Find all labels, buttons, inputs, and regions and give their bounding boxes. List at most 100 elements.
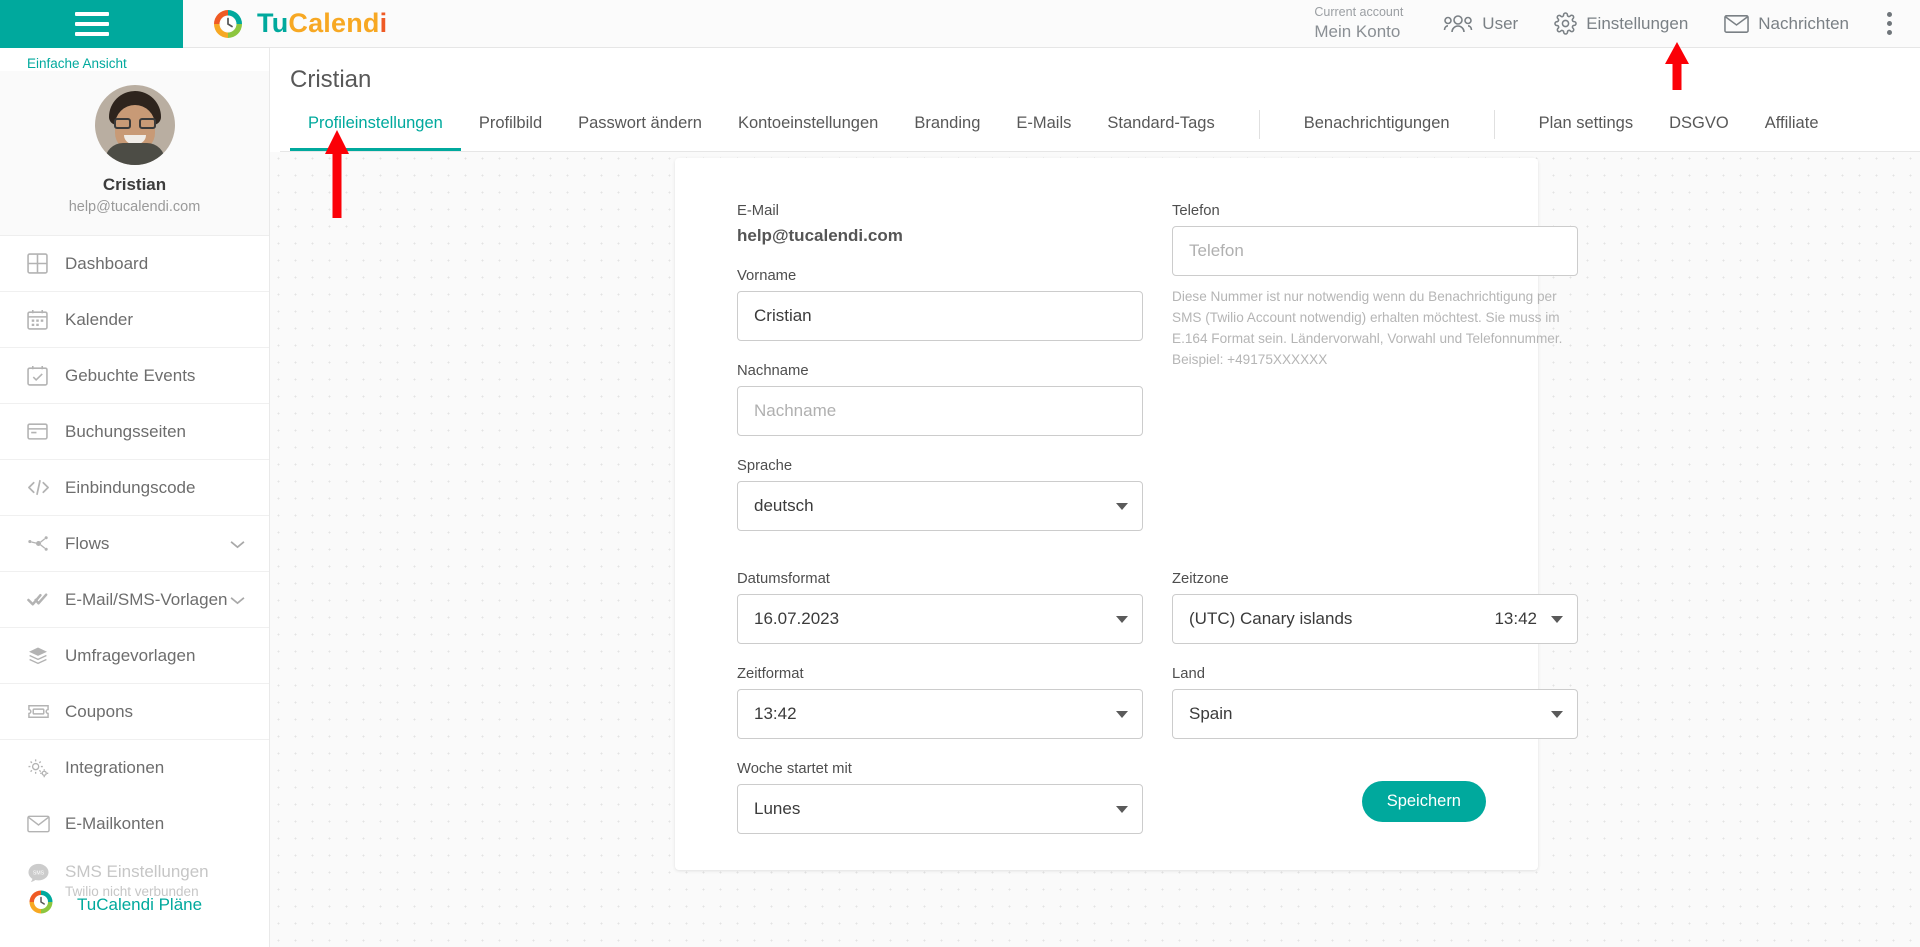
email-value: help@tucalendi.com xyxy=(737,226,903,245)
hamburger-menu-button[interactable] xyxy=(0,0,183,48)
sidebar-item-gebuchte-events[interactable]: Gebuchte Events xyxy=(0,348,269,404)
tab-kontoeinstellungen[interactable]: Kontoeinstellungen xyxy=(720,108,896,151)
sidebar-item-label: Dashboard xyxy=(65,253,149,273)
weekstart-select[interactable]: Lunes xyxy=(737,784,1143,834)
sidebar-item-label: E-Mail/SMS-Vorlagen xyxy=(65,589,228,609)
brand-logo-link[interactable]: TuCalendi xyxy=(211,7,387,41)
topnav-nachrichten-label: Nachrichten xyxy=(1758,13,1849,33)
email-field-group: E-Mail help@tucalendi.com xyxy=(737,203,1172,246)
brand-text-part1: Tu xyxy=(257,8,289,38)
avatar xyxy=(94,85,175,165)
chevron-down-icon xyxy=(1116,502,1128,510)
tab-profileinstellungen[interactable]: Profileinstellungen xyxy=(290,108,461,151)
simple-view-toggle[interactable]: Einfache Ansicht xyxy=(0,48,269,71)
envelope-icon xyxy=(27,815,65,833)
sidebar-item-label: Kalender xyxy=(65,309,134,329)
app-root: TuCalendi Current account Mein Konto Use… xyxy=(0,0,1920,947)
tab-benachrichtigungen[interactable]: Benachrichtigungen xyxy=(1286,108,1468,151)
calendar-check-icon xyxy=(27,365,65,386)
calendar-icon xyxy=(27,309,65,330)
sidebar-item-dashboard[interactable]: Dashboard xyxy=(0,236,269,292)
timezone-label: Zeitzone xyxy=(1172,571,1229,587)
hamburger-icon xyxy=(74,11,109,36)
sidebar-item-email-sms-vorlagen[interactable]: E-Mail/SMS-Vorlagen xyxy=(0,572,269,628)
sidebar-item-flows[interactable]: Flows xyxy=(0,516,269,572)
main-content: Cristian Profileinstellungen Profilbild … xyxy=(270,48,1920,947)
users-icon xyxy=(1443,13,1473,35)
lastname-input[interactable] xyxy=(737,386,1143,436)
tab-standard-tags[interactable]: Standard-Tags xyxy=(1089,108,1232,151)
top-bar: TuCalendi Current account Mein Konto Use… xyxy=(0,0,1920,48)
weekstart-value: Lunes xyxy=(754,799,801,818)
country-label: Land xyxy=(1172,666,1205,682)
tab-profilbild[interactable]: Profilbild xyxy=(461,108,560,151)
dateformat-value: 16.07.2023 xyxy=(754,609,840,628)
arrow-pointing-to-profileinstellungen-tab xyxy=(323,128,351,220)
sidebar-item-einbindungscode[interactable]: Einbindungscode xyxy=(0,460,269,516)
tab-passwort-aendern[interactable]: Passwort ändern xyxy=(560,108,720,151)
kebab-menu-icon[interactable] xyxy=(1867,4,1906,43)
language-select[interactable]: deutsch xyxy=(737,481,1143,531)
topnav-nachrichten[interactable]: Nachrichten xyxy=(1706,8,1867,40)
chevron-down-icon[interactable] xyxy=(230,534,245,554)
timeformat-select[interactable]: 13:42 xyxy=(737,689,1143,739)
chevron-down-icon[interactable] xyxy=(230,590,245,610)
sidebar-item-label: Coupons xyxy=(65,701,134,721)
country-select[interactable]: Spain xyxy=(1172,689,1578,739)
profile-settings-card: E-Mail help@tucalendi.com Vorname Nachna… xyxy=(675,158,1578,870)
gear-icon xyxy=(1554,12,1577,35)
sms-bubble-icon: SMS xyxy=(27,862,65,883)
language-label: Sprache xyxy=(737,458,793,474)
sidebar-item-integrationen[interactable]: Integrationen xyxy=(0,740,269,796)
timeformat-label: Zeitformat xyxy=(737,666,804,682)
tucalendi-logo-icon xyxy=(211,7,245,41)
phone-field-group: Telefon Diese Nummer ist nur notwendig w… xyxy=(1172,203,1578,370)
timezone-value: (UTC) Canary islands xyxy=(1189,609,1353,628)
sidebar-profile-email: help@tucalendi.com xyxy=(68,199,201,215)
topnav-user[interactable]: User xyxy=(1425,7,1536,41)
tab-affiliate[interactable]: Affiliate xyxy=(1747,108,1837,151)
brand-text-part3: i xyxy=(379,8,388,38)
country-field-group: Land Spain xyxy=(1172,666,1578,739)
weekstart-field-group: Woche startet mit Lunes xyxy=(737,761,1172,834)
tabs-underline xyxy=(280,151,1920,152)
phone-input[interactable] xyxy=(1172,226,1578,276)
sidebar-item-coupons[interactable]: Coupons xyxy=(0,684,269,740)
tab-plan-settings[interactable]: Plan settings xyxy=(1521,108,1651,151)
brand-text: TuCalendi xyxy=(257,8,387,39)
country-value: Spain xyxy=(1189,704,1233,723)
tab-group-separator xyxy=(1258,110,1260,139)
timeformat-value: 13:42 xyxy=(754,704,797,723)
layers-icon xyxy=(27,645,65,666)
tab-dsgvo[interactable]: DSGVO xyxy=(1651,108,1747,151)
firstname-label: Vorname xyxy=(737,268,797,284)
form-left-column: E-Mail help@tucalendi.com Vorname Nachna… xyxy=(737,203,1172,559)
sidebar-item-tucalendi-plaene[interactable]: TuCalendi Pläne xyxy=(0,888,269,921)
chevron-down-icon xyxy=(1116,805,1128,813)
sidebar-item-label: E-Mailkonten xyxy=(65,814,165,833)
lastname-field-group: Nachname xyxy=(737,363,1172,436)
sidebar-item-umfragevorlagen[interactable]: Umfragevorlagen xyxy=(0,628,269,684)
timezone-select[interactable]: (UTC) Canary islands 13:42 xyxy=(1172,594,1578,644)
code-brackets-icon xyxy=(27,477,65,498)
tab-e-mails[interactable]: E-Mails xyxy=(998,108,1089,151)
firstname-input[interactable] xyxy=(737,291,1143,341)
sidebar-item-e-mailkonten[interactable]: E-Mailkonten xyxy=(0,796,269,852)
timeformat-field-group: Zeitformat 13:42 xyxy=(737,666,1172,739)
sidebar: Einfache Ansicht Cristian help@tucalendi… xyxy=(0,48,270,947)
sidebar-item-buchungsseiten[interactable]: Buchungsseiten xyxy=(0,404,269,460)
topnav-einstellungen-label: Einstellungen xyxy=(1586,13,1689,33)
chevron-down-icon xyxy=(1551,615,1563,623)
sidebar-profile-name: Cristian xyxy=(102,175,167,194)
sidebar-item-label: Integrationen xyxy=(65,758,165,777)
email-label: E-Mail xyxy=(737,203,779,219)
save-button[interactable]: Speichern xyxy=(1361,781,1486,822)
top-bar-right-group: Current account Mein Konto User Einstell… xyxy=(1314,4,1920,43)
sidebar-item-kalender[interactable]: Kalender xyxy=(0,292,269,348)
firstname-field-group: Vorname xyxy=(737,268,1172,341)
form-right-column: Telefon Diese Nummer ist nur notwendig w… xyxy=(1172,203,1578,559)
topnav-einstellungen[interactable]: Einstellungen xyxy=(1536,6,1706,41)
tab-branding[interactable]: Branding xyxy=(896,108,998,151)
current-account-indicator[interactable]: Current account Mein Konto xyxy=(1314,5,1403,42)
dateformat-select[interactable]: 16.07.2023 xyxy=(737,594,1143,644)
